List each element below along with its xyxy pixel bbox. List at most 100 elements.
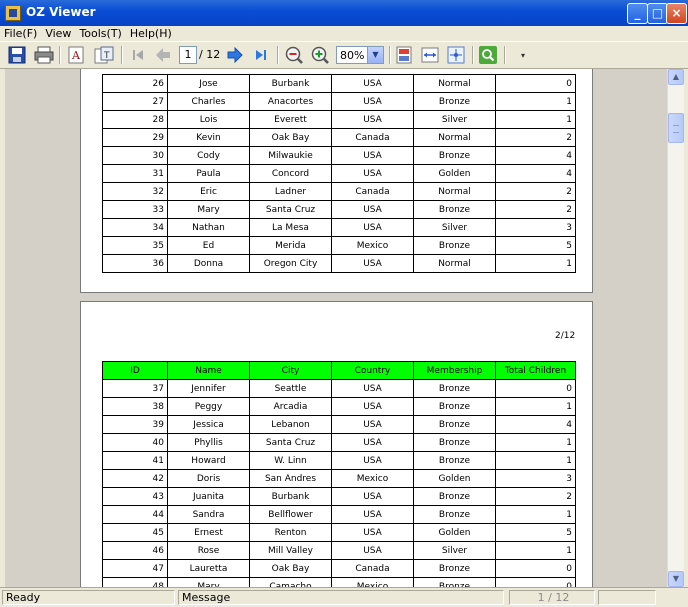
- cell-id: 48: [102, 577, 168, 587]
- actual-size-icon[interactable]: [445, 45, 467, 65]
- zoom-out-icon[interactable]: [283, 45, 305, 65]
- cell-name: Lois: [167, 110, 250, 129]
- cell-id: 34: [102, 218, 168, 237]
- cell-children: 2: [495, 487, 576, 506]
- scroll-up-icon[interactable]: ▲: [668, 69, 684, 85]
- cell-membership: Silver: [413, 218, 496, 237]
- cell-country: USA: [331, 505, 414, 524]
- cell-membership: Normal: [413, 254, 496, 273]
- cell-membership: Bronze: [413, 415, 496, 434]
- column-header-country: Country: [331, 361, 414, 380]
- minimize-button[interactable]: _: [627, 3, 648, 24]
- menu-view[interactable]: View: [41, 26, 75, 41]
- cell-membership: Normal: [413, 128, 496, 147]
- cell-name: Jennifer: [167, 379, 250, 398]
- cell-membership: Bronze: [413, 451, 496, 470]
- table-row: 30 Cody Milwaukie USA Bronze 4: [102, 146, 576, 165]
- chevron-down-icon[interactable]: ▼: [367, 47, 383, 63]
- cell-name: Cody: [167, 146, 250, 165]
- cell-membership: Silver: [413, 541, 496, 560]
- cell-id: 44: [102, 505, 168, 524]
- title-bar: OZ Viewer _ □ ×: [0, 0, 688, 26]
- zoom-select[interactable]: 80% ▼: [336, 46, 384, 64]
- menu-file[interactable]: File(F): [0, 26, 41, 41]
- zoom-in-icon[interactable]: [309, 45, 331, 65]
- cell-city: Concord: [249, 164, 332, 183]
- cell-membership: Golden: [413, 469, 496, 488]
- print-icon[interactable]: [33, 45, 55, 65]
- cell-country: USA: [331, 200, 414, 219]
- page-1-table: 26 Jose Burbank USA Normal 0 27 Charles Anacorte…: [102, 74, 576, 273]
- menu-help[interactable]: Help(H): [126, 26, 176, 41]
- cell-name: Nathan: [167, 218, 250, 237]
- toolbar-options-icon[interactable]: ▾: [512, 45, 534, 65]
- cell-children: 1: [495, 433, 576, 452]
- cell-children: 3: [495, 469, 576, 488]
- cell-city: Santa Cruz: [249, 433, 332, 452]
- cell-membership: Bronze: [413, 577, 496, 587]
- window-title: OZ Viewer: [26, 5, 96, 19]
- cell-city: Mill Valley: [249, 541, 332, 560]
- cell-name: Mary: [167, 577, 250, 587]
- cell-country: Mexico: [331, 577, 414, 587]
- cell-name: Paula: [167, 164, 250, 183]
- cell-name: Mary: [167, 200, 250, 219]
- cell-country: USA: [331, 146, 414, 165]
- table-row: 31 Paula Concord USA Golden 4: [102, 164, 576, 183]
- table-row: 47 Lauretta Oak Bay Canada Bronze 0: [102, 559, 576, 578]
- last-page-icon[interactable]: [250, 45, 272, 65]
- cell-city: Camacho: [249, 577, 332, 587]
- find-icon[interactable]: [477, 45, 499, 65]
- menu-bar: File(F) View Tools(T) Help(H): [0, 26, 688, 41]
- cell-membership: Golden: [413, 164, 496, 183]
- report-page-2: 2/12 ID Name City Country Membership Total Ch…: [80, 301, 593, 587]
- cell-membership: Bronze: [413, 92, 496, 111]
- cell-country: Canada: [331, 559, 414, 578]
- table-row: 45 Ernest Renton USA Golden 5: [102, 523, 576, 542]
- next-page-icon[interactable]: [224, 45, 246, 65]
- fit-width-icon[interactable]: [419, 45, 441, 65]
- cell-children: 1: [495, 92, 576, 111]
- cell-children: 4: [495, 146, 576, 165]
- cell-id: 40: [102, 433, 168, 452]
- cell-city: Santa Cruz: [249, 200, 332, 219]
- column-header-children: Total Children: [495, 361, 576, 380]
- previous-page-icon[interactable]: [152, 45, 174, 65]
- cell-name: Ernest: [167, 523, 250, 542]
- cell-name: Donna: [167, 254, 250, 273]
- cell-name: Phyllis: [167, 433, 250, 452]
- cell-city: San Andres: [249, 469, 332, 488]
- cell-city: Oak Bay: [249, 559, 332, 578]
- fit-page-icon[interactable]: [393, 45, 415, 65]
- maximize-button[interactable]: □: [647, 3, 668, 24]
- cell-city: Oak Bay: [249, 128, 332, 147]
- page-setup-icon[interactable]: T: [93, 45, 115, 65]
- cell-country: USA: [331, 487, 414, 506]
- cell-id: 27: [102, 92, 168, 111]
- scroll-down-icon[interactable]: ▼: [668, 571, 684, 587]
- scroll-thumb[interactable]: [668, 113, 684, 143]
- toolbar: A T 1 / 12 80% ▼ ▾: [0, 41, 688, 69]
- cell-name: Charles: [167, 92, 250, 111]
- cell-country: USA: [331, 523, 414, 542]
- report-page-1: 26 Jose Burbank USA Normal 0 27 Charles Anacorte…: [80, 69, 593, 293]
- cell-children: 1: [495, 541, 576, 560]
- cell-id: 42: [102, 469, 168, 488]
- cell-children: 0: [495, 379, 576, 398]
- cell-children: 1: [495, 505, 576, 524]
- text-style-icon[interactable]: A: [65, 45, 87, 65]
- cell-city: Arcadia: [249, 397, 332, 416]
- table-row: 37 Jennifer Seattle USA Bronze 0: [102, 379, 576, 398]
- svg-text:T: T: [103, 51, 110, 61]
- cell-children: 2: [495, 200, 576, 219]
- menu-tools[interactable]: Tools(T): [75, 26, 125, 41]
- cell-id: 45: [102, 523, 168, 542]
- first-page-icon[interactable]: [127, 45, 149, 65]
- cell-city: Oregon City: [249, 254, 332, 273]
- close-button[interactable]: ×: [666, 3, 687, 24]
- cell-country: USA: [331, 92, 414, 111]
- vertical-scrollbar[interactable]: ▲ ▼: [667, 69, 684, 587]
- save-icon[interactable]: [6, 45, 28, 65]
- page-total-label: / 12: [199, 48, 221, 61]
- page-number-input[interactable]: 1: [179, 46, 197, 64]
